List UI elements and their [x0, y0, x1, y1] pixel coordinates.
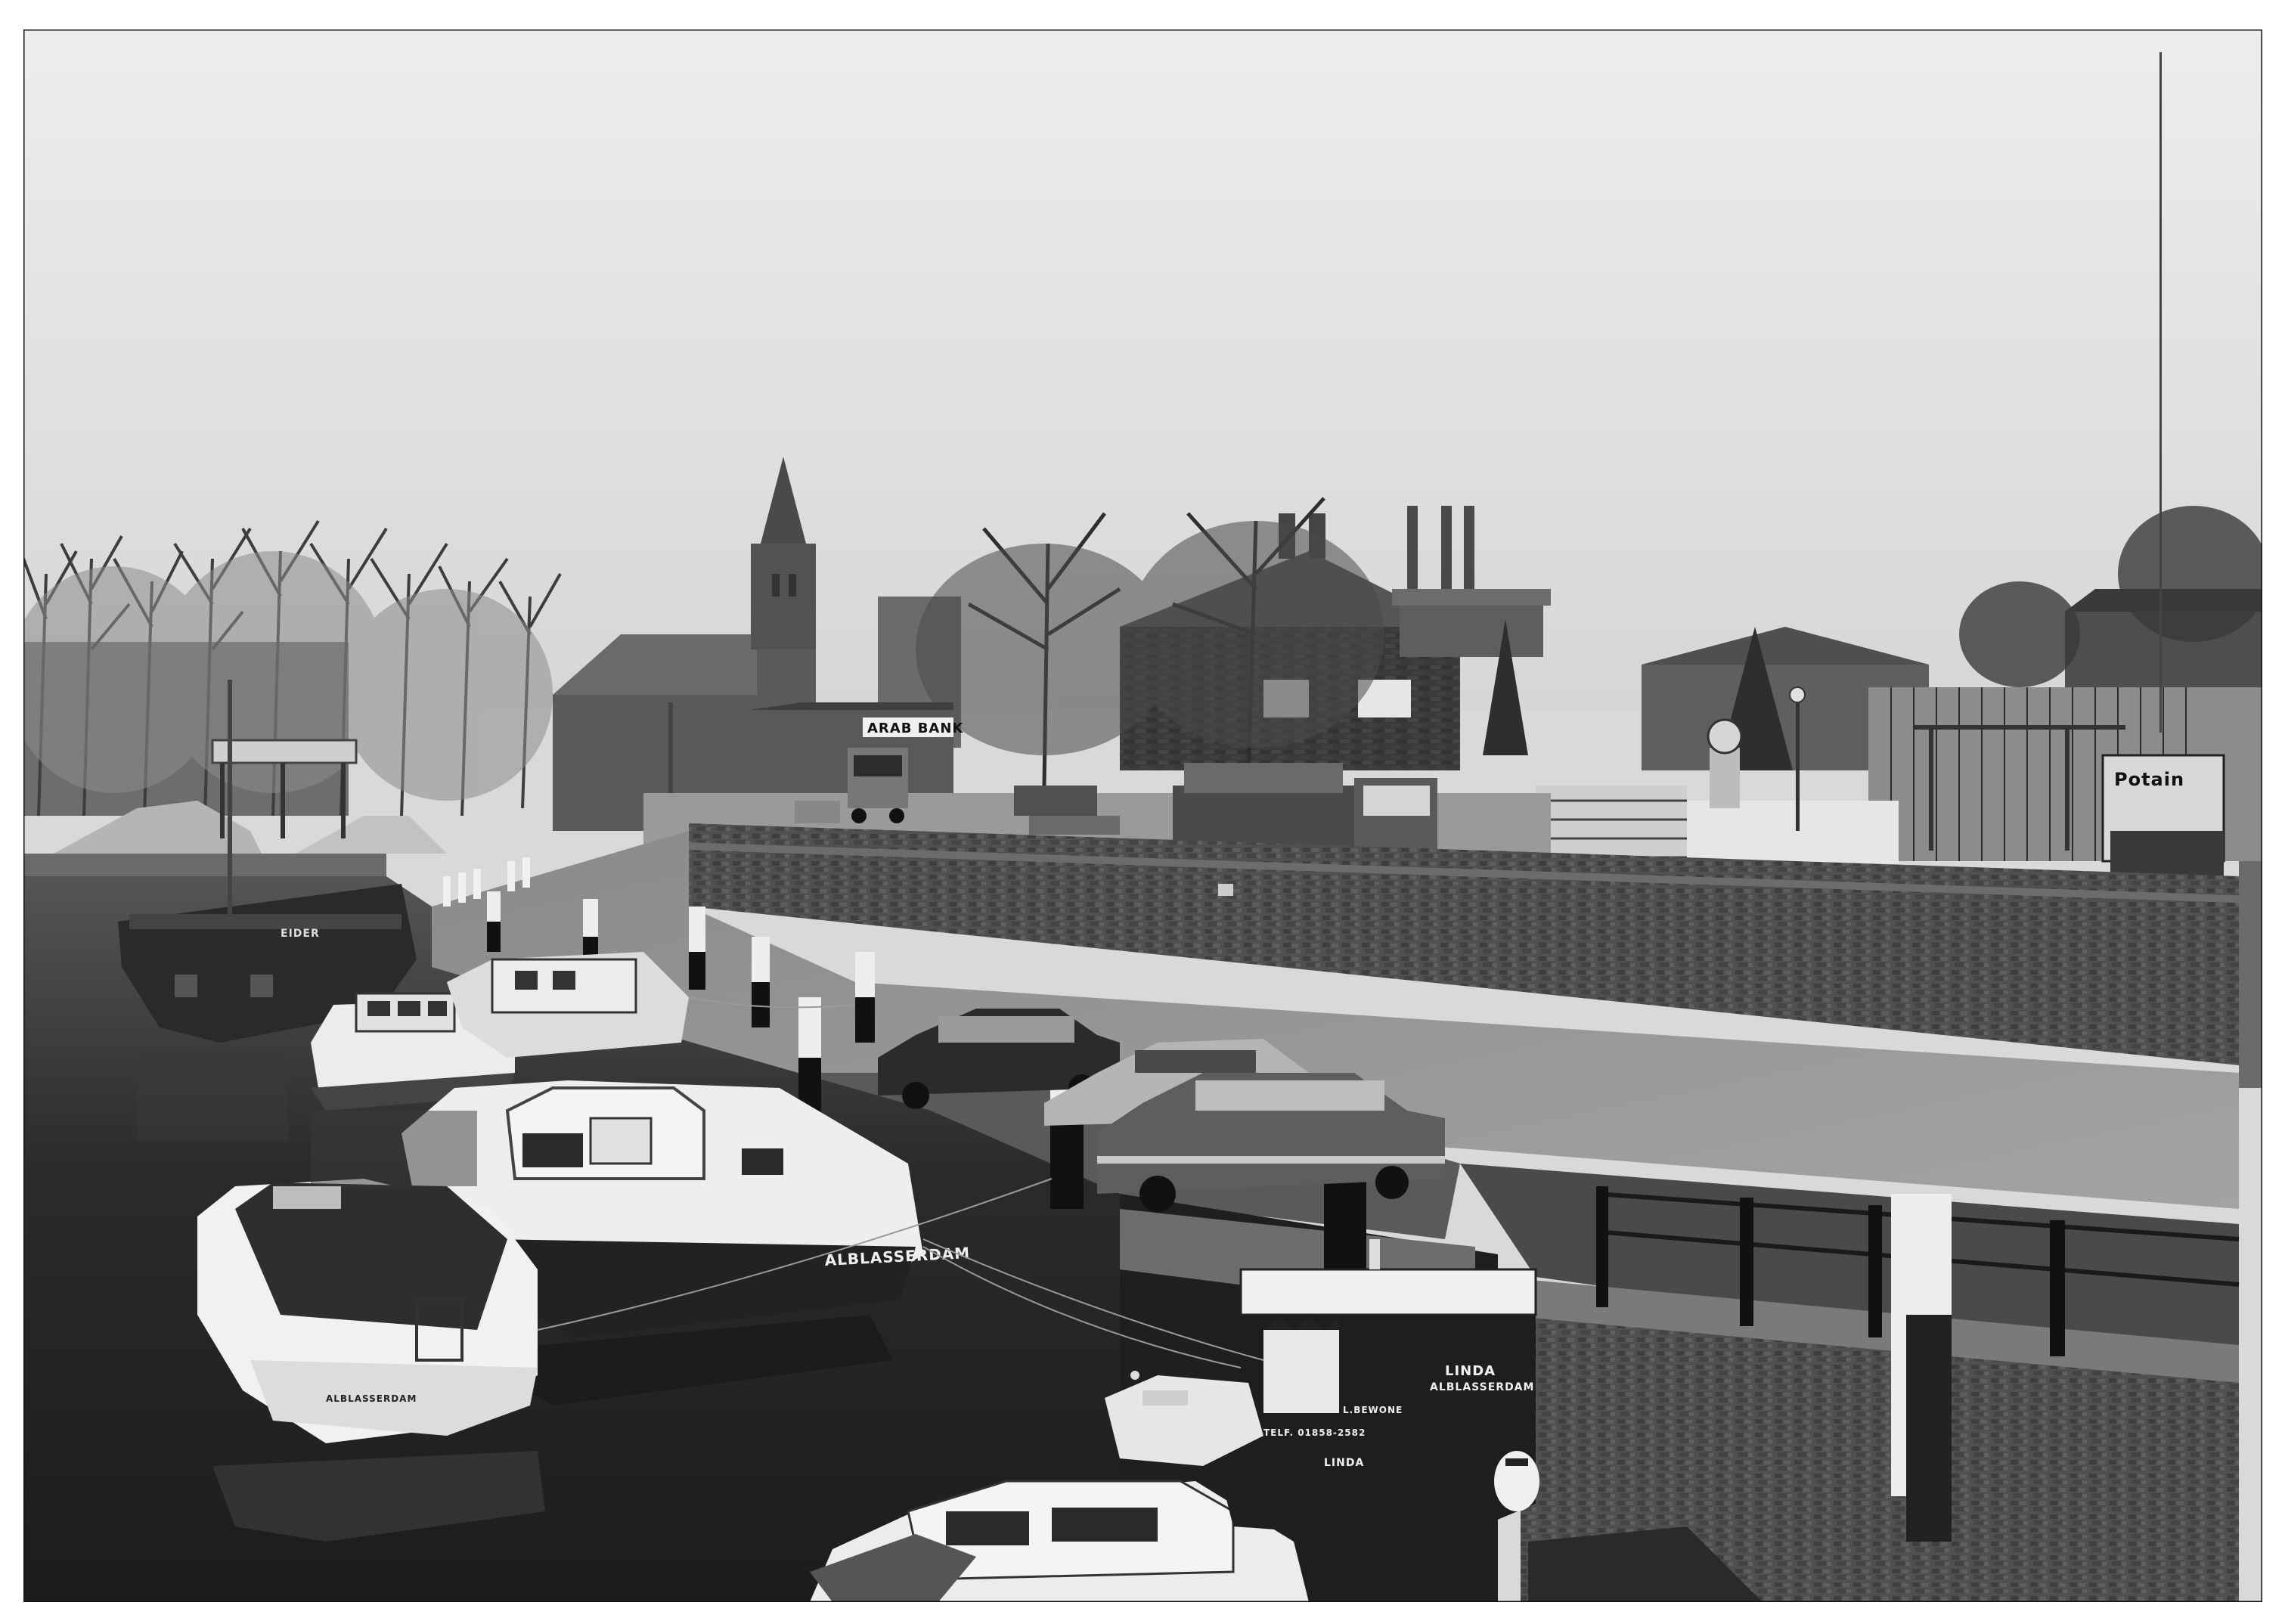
barge-name-label: EIDER: [281, 928, 320, 940]
street-lamp: [1796, 695, 1800, 831]
photo-mount: Potain ARAB BANK EIDER ALBLASSERDAM ALBL…: [0, 0, 2285, 1624]
cabin-cruiser-front: ALBLASSERDAM: [197, 1179, 545, 1542]
harbor-photograph: Potain ARAB BANK EIDER ALBLASSERDAM ALBL…: [23, 29, 2262, 1602]
tug-name-side-label: LINDA: [1324, 1457, 1364, 1469]
crane-base: Potain: [2101, 754, 2225, 876]
tug-name-top-label: LINDA: [1445, 1363, 1496, 1379]
crane-mast: [2159, 52, 2162, 733]
tug-owner-label: L.BEWONE: [1343, 1405, 1403, 1415]
boat-name-stern-label: ALBLASSERDAM: [326, 1393, 417, 1404]
crane-brand-label: Potain: [2114, 769, 2184, 790]
gravel-pile-2: [296, 816, 447, 854]
tug-phone-label: TELF. 01858-2582: [1263, 1427, 1366, 1438]
shop-sign-label: ARAB BANK: [867, 721, 963, 736]
tug-port-top-label: ALBLASSERDAM: [1430, 1381, 1534, 1393]
wall-plaque: [1218, 884, 1233, 896]
